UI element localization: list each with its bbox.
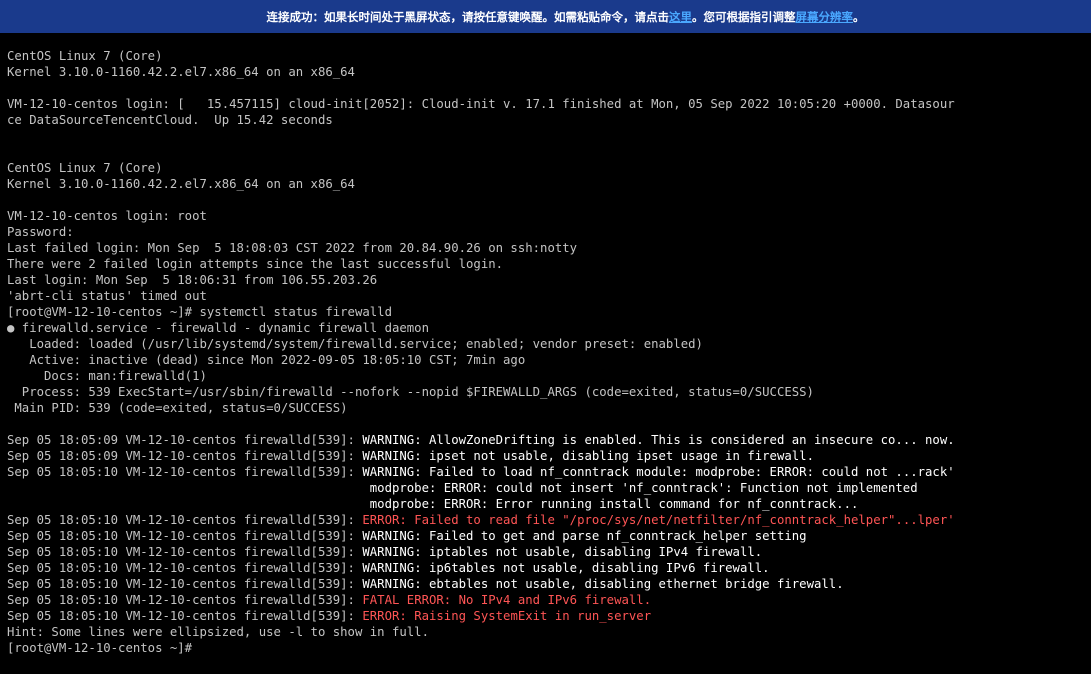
terminal-line: CentOS Linux 7 (Core) [7,48,955,64]
screen-resolution-link[interactable]: 屏幕分辨率 [796,9,854,25]
terminal-line: Hint: Some lines were ellipsized, use -l… [7,624,955,640]
terminal-text: Sep 05 18:05:10 VM-12-10-centos firewall… [7,529,363,543]
terminal-text: Kernel 3.10.0-1160.42.2.el7.x86_64 on an… [7,177,355,191]
terminal-text: Last failed login: Mon Sep 5 18:08:03 CS… [7,241,578,255]
terminal-line: Loaded: loaded (/usr/lib/systemd/system/… [7,336,955,352]
terminal-text: Sep 05 18:05:10 VM-12-10-centos firewall… [7,513,363,527]
warning-text: modprobe: ERROR: Error running install c… [369,497,859,511]
terminal-line: Main PID: 539 (code=exited, status=0/SUC… [7,400,955,416]
terminal-text: [root@VM-12-10-centos ~]# [7,641,193,655]
paste-command-link[interactable]: 这里 [669,9,692,25]
terminal-line: Sep 05 18:05:10 VM-12-10-centos firewall… [7,576,955,592]
terminal-line: Kernel 3.10.0-1160.42.2.el7.x86_64 on an… [7,64,955,80]
connection-banner: 连接成功：如果长时间处于黑屏状态，请按任意键唤醒。如需粘贴命令，请点击 这里 。… [0,0,1091,33]
terminal-text: ● firewalld.service - firewalld - dynami… [7,321,429,335]
terminal-line: CentOS Linux 7 (Core) [7,160,955,176]
terminal-line: Sep 05 18:05:10 VM-12-10-centos firewall… [7,528,955,544]
terminal-text: Docs: man:firewalld(1) [7,369,207,383]
banner-text-suffix: 。 [853,9,865,24]
terminal-text: Sep 05 18:05:09 VM-12-10-centos firewall… [7,449,363,463]
terminal-text: Sep 05 18:05:09 VM-12-10-centos firewall… [7,433,363,447]
terminal-line: VM-12-10-centos login: [ 15.457115] clou… [7,96,955,112]
terminal-text: Sep 05 18:05:10 VM-12-10-centos firewall… [7,561,363,575]
terminal-text: Hint: Some lines were ellipsized, use -l… [7,625,429,639]
terminal-text: [root@VM-12-10-centos ~]# systemctl stat… [7,305,392,319]
terminal-line: modprobe: ERROR: Error running install c… [7,496,955,512]
terminal-line: Last failed login: Mon Sep 5 18:08:03 CS… [7,240,955,256]
terminal-line: Sep 05 18:05:10 VM-12-10-centos firewall… [7,464,955,480]
terminal-line: Sep 05 18:05:09 VM-12-10-centos firewall… [7,448,955,464]
terminal-text: Process: 539 ExecStart=/usr/sbin/firewal… [7,385,814,399]
terminal-line: ce DataSourceTencentCloud. Up 15.42 seco… [7,112,955,128]
terminal-line: Sep 05 18:05:10 VM-12-10-centos firewall… [7,592,955,608]
terminal-text: VM-12-10-centos login: root [7,209,207,223]
terminal-text: Sep 05 18:05:10 VM-12-10-centos firewall… [7,609,363,623]
terminal-text: Sep 05 18:05:10 VM-12-10-centos firewall… [7,577,363,591]
terminal-line: Active: inactive (dead) since Mon 2022-0… [7,352,955,368]
terminal-line: There were 2 failed login attempts since… [7,256,955,272]
warning-text: WARNING: Failed to get and parse nf_conn… [362,529,807,543]
terminal-text: Sep 05 18:05:10 VM-12-10-centos firewall… [7,593,363,607]
error-text: FATAL ERROR: No IPv4 and IPv6 firewall. [362,593,652,607]
terminal-text: Last login: Mon Sep 5 18:06:31 from 106.… [7,273,378,287]
terminal-line: modprobe: ERROR: could not insert 'nf_co… [7,480,955,496]
terminal-line: VM-12-10-centos login: root [7,208,955,224]
terminal-text: ce DataSourceTencentCloud. Up 15.42 seco… [7,113,333,127]
banner-text-prefix: 连接成功：如果长时间处于黑屏状态，请按任意键唤醒。如需粘贴命令，请点击 [266,9,670,24]
terminal-line: ● firewalld.service - firewalld - dynami… [7,320,955,336]
terminal-text: Active: inactive (dead) since Mon 2022-0… [7,353,526,367]
terminal-text: Kernel 3.10.0-1160.42.2.el7.x86_64 on an… [7,65,355,79]
terminal-line: Sep 05 18:05:10 VM-12-10-centos firewall… [7,512,955,528]
error-text: ERROR: Failed to read file "/proc/sys/ne… [362,513,955,527]
terminal-text: Main PID: 539 (code=exited, status=0/SUC… [7,401,348,415]
terminal-text: Password: [7,225,74,239]
terminal-line: [root@VM-12-10-centos ~]# [7,640,955,656]
terminal-text: Loaded: loaded (/usr/lib/systemd/system/… [7,337,703,351]
terminal-text: Sep 05 18:05:10 VM-12-10-centos firewall… [7,465,363,479]
warning-text: WARNING: AllowZoneDrifting is enabled. T… [362,433,955,447]
terminal-line: Docs: man:firewalld(1) [7,368,955,384]
terminal-line: [root@VM-12-10-centos ~]# systemctl stat… [7,304,955,320]
warning-text: WARNING: ip6tables not usable, disabling… [362,561,770,575]
warning-text: WARNING: ipset not usable, disabling ips… [362,449,814,463]
terminal-line: Sep 05 18:05:10 VM-12-10-centos firewall… [7,560,955,576]
warning-text: WARNING: Failed to load nf_conntrack mod… [362,465,955,479]
terminal-output: CentOS Linux 7 (Core) Kernel 3.10.0-1160.… [7,48,955,656]
terminal-line: Sep 05 18:05:10 VM-12-10-centos firewall… [7,608,955,624]
terminal-text: There were 2 failed login attempts since… [7,257,504,271]
warning-text: modprobe: ERROR: could not insert 'nf_co… [369,481,918,495]
terminal-line: 'abrt-cli status' timed out [7,288,955,304]
terminal-screen[interactable]: CentOS Linux 7 (Core) Kernel 3.10.0-1160.… [0,33,1091,674]
terminal-text: 'abrt-cli status' timed out [7,289,207,303]
error-text: ERROR: Raising SystemExit in run_server [362,609,652,623]
warning-text: WARNING: iptables not usable, disabling … [362,545,763,559]
terminal-text: CentOS Linux 7 (Core) [7,49,163,63]
warning-text: WARNING: ebtables not usable, disabling … [362,577,844,591]
terminal-text: Sep 05 18:05:10 VM-12-10-centos firewall… [7,545,363,559]
terminal-line: Sep 05 18:05:10 VM-12-10-centos firewall… [7,544,955,560]
terminal-text: CentOS Linux 7 (Core) [7,161,163,175]
terminal-line: Password: [7,224,955,240]
terminal-text: VM-12-10-centos login: [ 15.457115] clou… [7,97,955,111]
terminal-line: Process: 539 ExecStart=/usr/sbin/firewal… [7,384,955,400]
terminal-line: Kernel 3.10.0-1160.42.2.el7.x86_64 on an… [7,176,955,192]
banner-text-middle: 。您可根据指引调整 [692,9,796,24]
terminal-line: Sep 05 18:05:09 VM-12-10-centos firewall… [7,432,955,448]
terminal-line: Last login: Mon Sep 5 18:06:31 from 106.… [7,272,955,288]
